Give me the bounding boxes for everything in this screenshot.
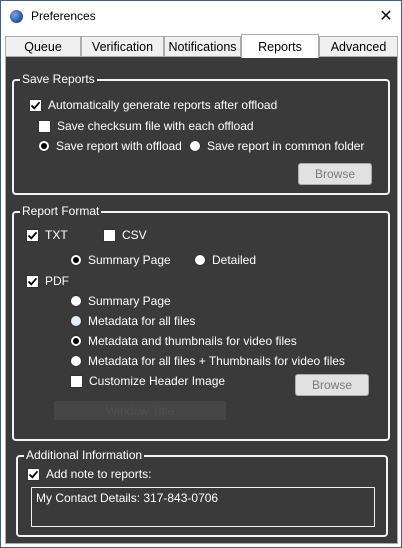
checksum-file-option[interactable]: Save checksum file with each offload xyxy=(38,119,254,133)
app-logo-icon xyxy=(10,10,23,23)
pdf-metadata-all-thumbs-option[interactable]: Metadata for all files + Thumbnails for … xyxy=(70,354,345,368)
pdf-metadata-all-thumbs-radio[interactable] xyxy=(70,355,82,367)
txt-detailed-option[interactable]: Detailed xyxy=(194,253,256,267)
reports-panel: Save Reports Automatically generate repo… xyxy=(5,56,398,544)
tab-notifications[interactable]: Notifications xyxy=(164,36,241,57)
txt-summary-label: Summary Page xyxy=(88,253,171,267)
additional-info-title: Additional Information xyxy=(24,447,145,463)
close-button[interactable]: ✕ xyxy=(371,1,401,31)
save-reports-title: Save Reports xyxy=(20,71,97,87)
customize-header-option[interactable]: Customize Header Image xyxy=(70,374,225,388)
pdf-metadata-all-label: Metadata for all files xyxy=(88,314,196,328)
auto-generate-checkbox[interactable] xyxy=(29,98,42,112)
save-reports-group: Save Reports Automatically generate repo… xyxy=(12,71,390,195)
pdf-summary-label: Summary Page xyxy=(88,294,171,308)
additional-info-group: Additional Information Add note to repor… xyxy=(16,447,388,537)
tab-advanced[interactable]: Advanced xyxy=(319,36,398,57)
txt-detailed-label: Detailed xyxy=(212,253,257,267)
preferences-window: Preferences ✕ Queue Verification Notific… xyxy=(0,0,402,548)
ghost-window-title: Window Title xyxy=(54,401,226,420)
txt-option[interactable]: TXT xyxy=(26,228,68,242)
tab-strip: Queue Verification Notifications Reports… xyxy=(5,34,398,58)
save-with-offload-option[interactable]: Save report with offload xyxy=(38,139,182,153)
save-with-offload-label: Save report with offload xyxy=(56,139,182,153)
pdf-summary-option[interactable]: Summary Page xyxy=(70,294,171,308)
txt-summary-radio[interactable] xyxy=(70,254,82,266)
csv-option[interactable]: CSV xyxy=(103,228,147,242)
save-reports-browse-button[interactable]: Browse xyxy=(298,163,372,185)
window-title: Preferences xyxy=(31,9,96,23)
report-format-title: Report Format xyxy=(20,203,102,219)
save-common-folder-radio[interactable] xyxy=(189,140,201,152)
pdf-label: PDF xyxy=(45,274,69,288)
pdf-option[interactable]: PDF xyxy=(26,274,69,288)
pdf-metadata-thumbs-label: Metadata and thumbnails for video files xyxy=(88,334,297,348)
pdf-metadata-all-option[interactable]: Metadata for all files xyxy=(70,314,195,328)
note-textarea[interactable]: My Contact Details: 317-843-0706 xyxy=(31,487,375,527)
pdf-metadata-all-radio[interactable] xyxy=(70,315,82,327)
tab-verification[interactable]: Verification xyxy=(81,36,164,57)
tab-reports[interactable]: Reports xyxy=(241,34,319,58)
txt-detailed-radio[interactable] xyxy=(194,254,206,266)
pdf-summary-radio[interactable] xyxy=(70,295,82,307)
csv-label: CSV xyxy=(122,228,147,242)
pdf-checkbox[interactable] xyxy=(26,274,39,288)
add-note-label: Add note to reports: xyxy=(46,467,152,481)
tab-queue[interactable]: Queue xyxy=(5,36,81,57)
header-image-browse-button[interactable]: Browse xyxy=(295,374,369,396)
checksum-file-checkbox[interactable] xyxy=(38,119,51,133)
pdf-metadata-all-thumbs-label: Metadata for all files + Thumbnails for … xyxy=(88,354,345,368)
title-bar: Preferences ✕ xyxy=(1,1,401,31)
save-common-folder-label: Save report in common folder xyxy=(207,139,365,153)
csv-checkbox[interactable] xyxy=(103,228,116,242)
pdf-metadata-thumbs-radio[interactable] xyxy=(70,335,82,347)
txt-summary-option[interactable]: Summary Page xyxy=(70,253,171,267)
add-note-checkbox[interactable] xyxy=(27,467,40,481)
txt-label: TXT xyxy=(45,228,68,242)
auto-generate-label: Automatically generate reports after off… xyxy=(48,98,278,112)
add-note-option[interactable]: Add note to reports: xyxy=(27,467,151,481)
pdf-metadata-thumbs-option[interactable]: Metadata and thumbnails for video files xyxy=(70,334,297,348)
customize-header-label: Customize Header Image xyxy=(89,374,226,388)
checksum-file-label: Save checksum file with each offload xyxy=(57,119,254,133)
save-with-offload-radio[interactable] xyxy=(38,140,50,152)
txt-checkbox[interactable] xyxy=(26,228,39,242)
save-common-folder-option[interactable]: Save report in common folder xyxy=(189,139,364,153)
auto-generate-option[interactable]: Automatically generate reports after off… xyxy=(29,98,277,112)
customize-header-checkbox[interactable] xyxy=(70,374,83,388)
